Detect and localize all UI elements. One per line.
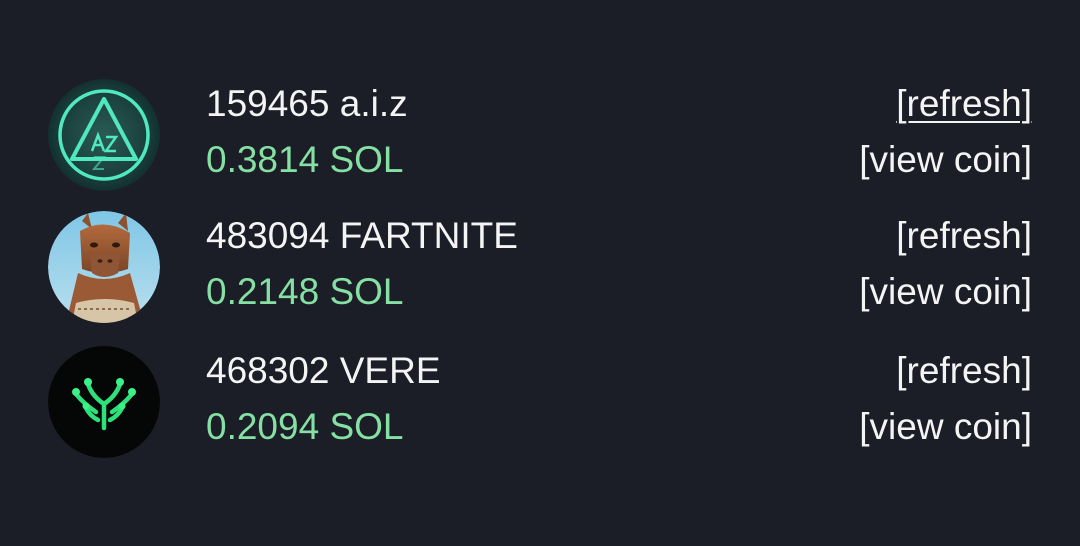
coin-amount: 0.3814 SOL — [206, 139, 404, 180]
view-coin-link[interactable]: [view coin] — [859, 404, 1032, 450]
refresh-link[interactable]: [refresh] — [896, 81, 1032, 127]
refresh-link[interactable]: [refresh] — [896, 213, 1032, 259]
coin-list: 159465 a.i.z 0.3814 SOL [refresh] [view … — [0, 0, 1080, 546]
coin-title: 468302 VERE — [206, 348, 441, 394]
coin-row: 159465 a.i.z 0.3814 SOL [refresh] [view … — [48, 79, 1032, 191]
coin-id: 468302 — [206, 350, 330, 391]
coin-id: 483094 — [206, 215, 330, 256]
coin-row: 468302 VERE 0.2094 SOL [refresh] [view c… — [48, 346, 1032, 458]
coin-avatar[interactable] — [48, 79, 160, 191]
coin-id: 159465 — [206, 83, 330, 124]
coin-amount: 0.2148 SOL — [206, 271, 404, 312]
coin-title: 483094 FARTNITE — [206, 213, 518, 259]
green-branch-logo-icon — [48, 346, 160, 458]
coin-name: VERE — [339, 350, 441, 391]
coin-amount: 0.2094 SOL — [206, 406, 404, 447]
coin-row: 483094 FARTNITE 0.2148 SOL [refresh] [vi… — [48, 211, 1032, 323]
refresh-link[interactable]: [refresh] — [896, 348, 1032, 394]
aiz-triangle-logo-icon — [48, 79, 160, 191]
coin-avatar[interactable] — [48, 346, 160, 458]
coin-title: 159465 a.i.z — [206, 81, 408, 127]
llama-character-avatar-icon — [48, 211, 160, 323]
view-coin-link[interactable]: [view coin] — [859, 137, 1032, 183]
coin-name: FARTNITE — [339, 215, 518, 256]
view-coin-link[interactable]: [view coin] — [859, 269, 1032, 315]
coin-avatar[interactable] — [48, 211, 160, 323]
coin-name: a.i.z — [339, 83, 408, 124]
